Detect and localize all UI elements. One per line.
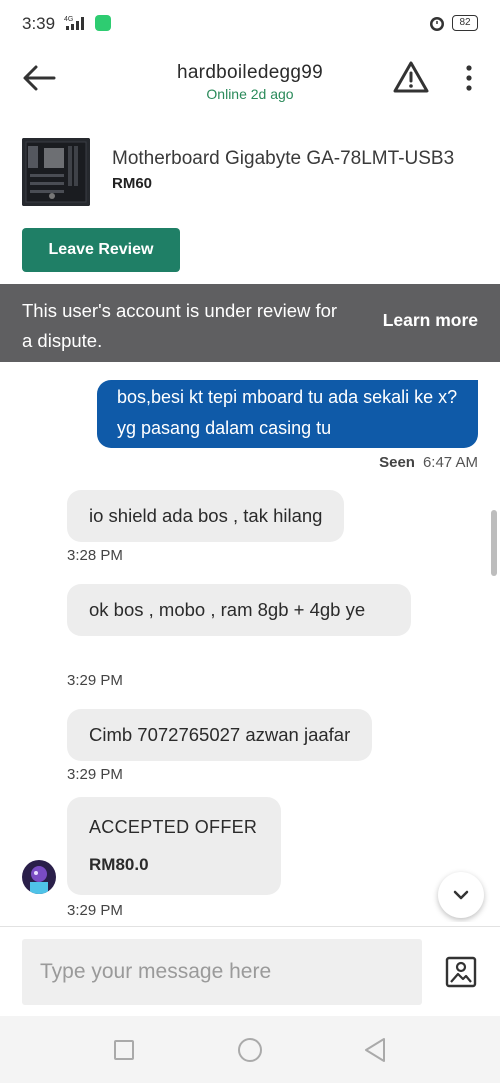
dispute-banner-text: This user's account is under review for … — [22, 300, 338, 351]
message-time: 3:29 PM — [67, 902, 123, 919]
offer-price: RM80.0 — [89, 855, 149, 874]
message-input[interactable] — [22, 939, 422, 1005]
chat-header: hardboiledegg99 Online 2d ago — [0, 48, 500, 118]
message-time: 3:29 PM — [67, 672, 123, 689]
dispute-banner: This user's account is under review for … — [0, 284, 500, 362]
message-composer — [0, 926, 500, 1016]
incoming-message-text: Cimb 7072765027 azwan jaafar — [89, 724, 351, 745]
scrollbar[interactable] — [491, 510, 497, 576]
incoming-message: ok bos , mobo , ram 8gb + 4gb ye — [67, 584, 411, 636]
system-navigation-bar — [0, 1016, 500, 1083]
battery-icon: 82 — [452, 15, 478, 31]
incoming-message: io shield ada bos , tak hilang — [67, 490, 345, 542]
avatar[interactable] — [22, 860, 56, 894]
notification-app-icon — [95, 15, 111, 31]
scroll-to-bottom-button[interactable] — [438, 872, 484, 918]
recent-apps-icon[interactable] — [114, 1040, 134, 1060]
report-warning-icon[interactable] — [392, 60, 430, 94]
seen-label: Seen — [379, 454, 415, 471]
offer-title: ACCEPTED OFFER — [89, 817, 258, 837]
message-time: 3:28 PM — [67, 547, 123, 564]
svg-text:4G: 4G — [64, 16, 73, 23]
product-thumbnail — [22, 138, 90, 206]
chat-messages[interactable]: bos,besi kt tepi mboard tu ada sekali ke… — [0, 362, 500, 922]
incoming-message-text: io shield ada bos , tak hilang — [89, 505, 323, 526]
chevron-down-icon — [453, 890, 469, 900]
message-time: 3:29 PM — [67, 766, 123, 783]
signal-icon: 4G — [64, 14, 90, 37]
home-icon[interactable] — [238, 1038, 262, 1062]
status-bar: 3:39 4G 82 — [0, 0, 500, 48]
learn-more-link[interactable]: Learn more — [383, 310, 478, 331]
product-card[interactable]: Motherboard Gigabyte GA-78LMT-USB3 RM60 — [0, 136, 500, 210]
product-title: Motherboard Gigabyte GA-78LMT-USB3 — [112, 148, 455, 169]
product-price: RM60 — [112, 175, 153, 192]
system-back-icon[interactable] — [362, 1036, 388, 1064]
outgoing-message: bos,besi kt tepi mboard tu ada sekali ke… — [97, 380, 478, 448]
incoming-message: Cimb 7072765027 azwan jaafar — [67, 709, 373, 761]
image-upload-icon[interactable] — [444, 955, 478, 989]
accepted-offer-card: ACCEPTED OFFER RM80.0 — [67, 797, 281, 895]
status-time: 3:39 — [22, 14, 56, 33]
seen-receipt: Seen 6:47 AM — [379, 454, 478, 471]
leave-review-button[interactable]: Leave Review — [22, 228, 180, 272]
incoming-message-text: ok bos , mobo , ram 8gb + 4gb ye — [89, 599, 366, 620]
alarm-icon — [428, 14, 446, 37]
outgoing-message-text: bos,besi kt tepi mboard tu ada sekali ke… — [117, 387, 458, 438]
seen-time: 6:47 AM — [422, 454, 478, 471]
more-options-icon[interactable] — [458, 62, 480, 94]
